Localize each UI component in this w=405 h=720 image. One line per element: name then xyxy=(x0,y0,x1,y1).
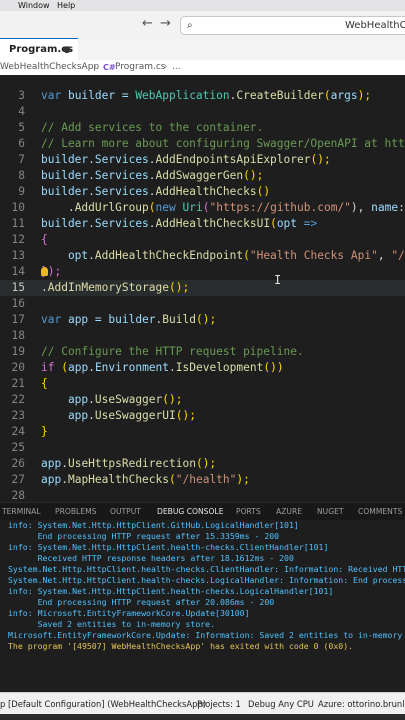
status-bar: p [Default Configuration] (WebHealthChec… xyxy=(0,692,405,715)
code-line: 28 xyxy=(11,489,25,502)
code-line: 22 app.UseSwagger(); xyxy=(11,393,183,406)
console-line: info: System.Net.Http.HttpClient.GitHub.… xyxy=(8,520,299,530)
unsaved-dot-icon[interactable]: ● xyxy=(63,39,71,61)
code-line-current: 15 .AddInMemoryStorage(); xyxy=(0,280,405,296)
console-line: Microsoft.EntityFrameworkCore.Update: In… xyxy=(8,630,405,640)
console-line: info: System.Net.Http.HttpClient.health-… xyxy=(8,586,334,596)
breadcrumb-file[interactable]: Program.cs xyxy=(115,60,165,75)
code-line: 24} xyxy=(11,425,48,438)
code-line: 5// Add services to the container. xyxy=(18,121,264,134)
code-line: 10 .AddUrlGroup(new Uri("https://github.… xyxy=(11,201,405,214)
debug-console-output[interactable]: info: System.Net.Http.HttpClient.GitHub.… xyxy=(0,520,405,692)
code-line: 21{ xyxy=(11,377,48,390)
tab-comments[interactable]: COMMENTS xyxy=(358,503,402,521)
back-arrow-icon[interactable]: ← xyxy=(142,17,153,31)
command-center-search[interactable]: ⌕ WebHealthChecksApp xyxy=(180,16,405,35)
code-line: 17 var app = builder.Build(); xyxy=(11,313,217,326)
breadcrumb-ellipsis[interactable]: ... xyxy=(172,60,181,75)
status-azure-account[interactable]: Azure: ottorino.brunl@... xyxy=(318,693,405,715)
console-line: Received HTTP response headers after 18.… xyxy=(8,553,294,563)
console-line: End processing HTTP request after 20.086… xyxy=(8,597,275,607)
code-line: 11 builder.Services.AddHealthChecksUI(opt… xyxy=(11,217,318,230)
status-launch-config[interactable]: p [Default Configuration] (WebHealthChec… xyxy=(0,693,206,715)
breadcrumb: WebHealthChecksApp › C# Program.cs › ... xyxy=(0,60,405,75)
code-line: 14}); xyxy=(11,265,62,278)
code-line: 12{ xyxy=(11,233,48,246)
tab-debug-console[interactable]: DEBUG CONSOLE xyxy=(157,503,224,521)
tab-nuget[interactable]: NUGET xyxy=(317,503,344,521)
text-cursor-icon: I xyxy=(274,273,282,287)
console-line: System.Net.Http.HttpClient.health-checks… xyxy=(8,564,405,574)
console-exit-line: The program '[49507] WebHealthChecksApp'… xyxy=(8,641,354,651)
panel-tab-bar: TERMINAL PROBLEMS OUTPUT DEBUG CONSOLE P… xyxy=(0,502,405,521)
code-line: 7 builder.Services.AddEndpointsApiExplore… xyxy=(18,153,331,166)
code-line: 26 app.UseHttpsRedirection(); xyxy=(11,457,217,470)
window-bottom-edge xyxy=(0,714,405,720)
console-line: Saved 2 entities to in-memory store. xyxy=(8,619,216,629)
code-line: 20 if (app.Environment.IsDevelopment()) xyxy=(11,361,284,374)
status-debug-config[interactable]: Debug Any CPU xyxy=(248,693,314,715)
code-line: 3 var builder = WebApplication.CreateBuil… xyxy=(18,89,372,102)
editor-tab-bar: Program.cs ● xyxy=(0,38,405,61)
title-bar: ← → ⌕ WebHealthChecksApp xyxy=(0,11,405,39)
lightbulb-icon[interactable] xyxy=(41,267,48,276)
console-line: System.Net.Http.HttpClient.health-checks… xyxy=(8,575,405,585)
code-line: 27 app.MapHealthChecks("/health"); xyxy=(11,473,250,486)
code-line: 18 xyxy=(11,329,25,342)
tab-output[interactable]: OUTPUT xyxy=(110,503,141,521)
console-line: End processing HTTP request after 15.335… xyxy=(8,531,280,541)
chevron-right-icon: › xyxy=(164,62,168,72)
console-line: info: Microsoft.EntityFrameworkCore.Upda… xyxy=(8,608,250,618)
menu-help[interactable]: Help xyxy=(57,0,75,11)
console-line: info: System.Net.Http.HttpClient.health-… xyxy=(8,542,329,552)
code-line: 6// Learn more about configuring Swagger… xyxy=(18,137,405,150)
code-line: 4 xyxy=(18,105,25,118)
status-projects[interactable]: Projects: 1 xyxy=(197,693,241,715)
tab-azure[interactable]: AZURE xyxy=(276,503,302,521)
search-icon: ⌕ xyxy=(187,20,193,31)
code-line: 16 xyxy=(11,297,25,310)
tab-ports[interactable]: PORTS xyxy=(236,503,261,521)
chevron-right-icon: › xyxy=(93,62,97,72)
csharp-file-icon: C# xyxy=(103,63,116,72)
menu-bar: Window Help xyxy=(0,0,405,11)
code-line: 25 xyxy=(11,441,25,454)
code-line: 8 builder.Services.AddSwaggerGen(); xyxy=(18,169,264,182)
code-line: 9 builder.Services.AddHealthChecks() xyxy=(18,185,271,198)
code-line: 19// Configure the HTTP request pipeline… xyxy=(11,345,304,358)
code-line: 23 app.UseSwaggerUI(); xyxy=(11,409,196,422)
tab-program-cs[interactable]: Program.cs ● xyxy=(0,38,78,61)
breadcrumb-project[interactable]: WebHealthChecksApp xyxy=(0,60,99,75)
code-line: 13 opt.AddHealthCheckEndpoint("Health Ch… xyxy=(11,249,405,262)
tab-terminal[interactable]: TERMINAL xyxy=(2,503,41,521)
forward-arrow-icon[interactable]: → xyxy=(160,17,171,31)
code-editor[interactable]: 3 var builder = WebApplication.CreateBuil… xyxy=(0,75,405,502)
search-text: WebHealthChecksApp xyxy=(345,20,405,31)
tab-problems[interactable]: PROBLEMS xyxy=(55,503,96,521)
menu-window[interactable]: Window xyxy=(18,0,50,11)
